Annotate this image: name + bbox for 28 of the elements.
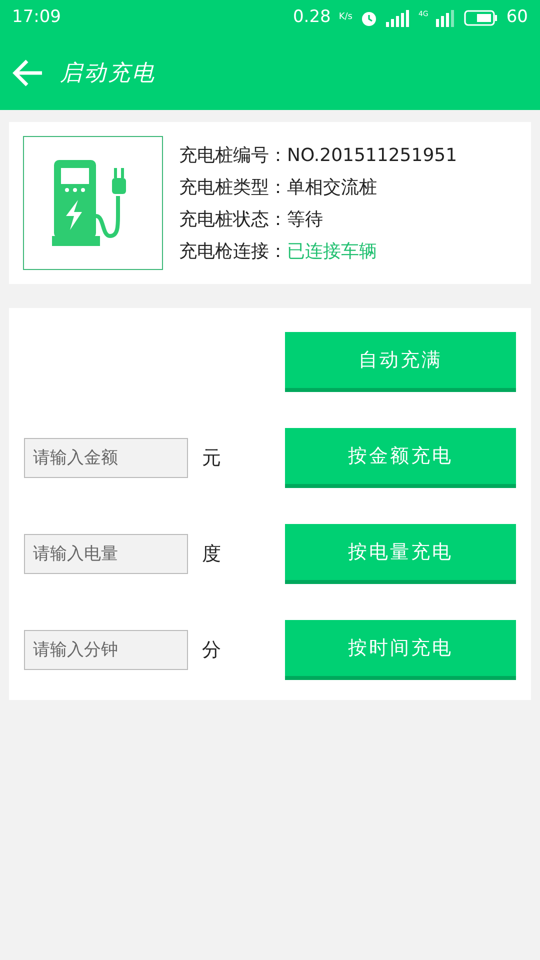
input-field[interactable]: 请输入电量 bbox=[24, 534, 188, 574]
signal-icon bbox=[386, 9, 410, 27]
charge-button[interactable]: 按时间充电 bbox=[285, 620, 516, 680]
field-label: 充电桩状态： bbox=[179, 208, 287, 232]
battery-level: 60 bbox=[506, 6, 528, 30]
unit-label: 度 bbox=[202, 542, 221, 567]
unit-label: 分 bbox=[202, 638, 221, 663]
input-field[interactable]: 请输入金额 bbox=[24, 438, 188, 478]
charge-button[interactable]: 按金额充电 bbox=[285, 428, 516, 488]
field-label: 充电桩编号： bbox=[179, 144, 287, 168]
charge-button[interactable]: 自动充满 bbox=[285, 332, 516, 392]
charge-button[interactable]: 按电量充电 bbox=[285, 524, 516, 584]
network-speed: 0.28 bbox=[292, 6, 331, 30]
status-time: 17:09 bbox=[12, 6, 61, 30]
field-value: NO.201511251951 bbox=[287, 144, 458, 168]
field-label: 充电桩类型： bbox=[179, 176, 287, 200]
field-value: 等待 bbox=[287, 208, 323, 232]
unit-label: 元 bbox=[202, 446, 221, 471]
field-value: 单相交流桩 bbox=[287, 176, 377, 200]
alarm-icon bbox=[360, 9, 378, 27]
input-field[interactable]: 请输入分钟 bbox=[24, 630, 188, 670]
signal-icon bbox=[436, 9, 456, 27]
field-value: 已连接车辆 bbox=[287, 240, 377, 264]
speed-unit: K/s bbox=[338, 11, 352, 24]
back-icon bbox=[12, 58, 44, 88]
field-label: 充电枪连接： bbox=[179, 240, 287, 264]
page-title: 启动充电 bbox=[60, 60, 156, 88]
battery-icon bbox=[464, 10, 498, 26]
